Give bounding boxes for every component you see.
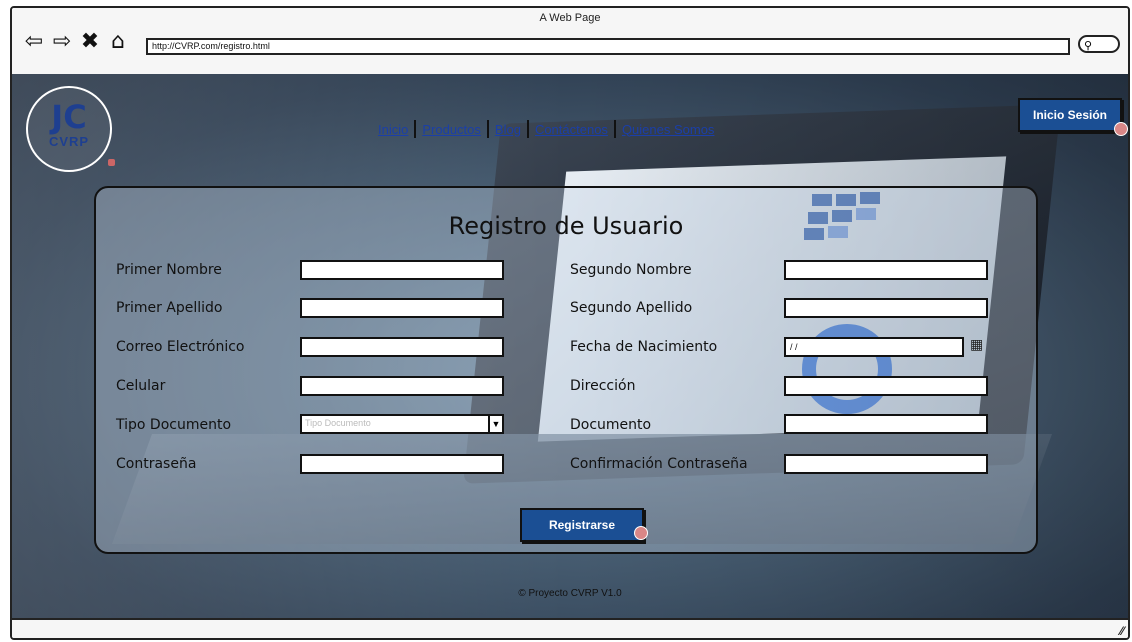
segundo-apellido-input[interactable] xyxy=(784,298,988,318)
label-segundo-apellido: Segundo Apellido xyxy=(570,300,693,316)
confirmacion-contrasena-input[interactable] xyxy=(784,454,988,474)
form-title: Registro de Usuario xyxy=(448,212,684,240)
browser-titlebar: A Web Page ⇦ ⇨ ✖ ⌂ http://CVRP.com/regis… xyxy=(12,8,1128,76)
direccion-input[interactable] xyxy=(784,376,988,396)
link-marker-icon xyxy=(634,526,648,540)
nav-quienes-somos[interactable]: Quienes Somos xyxy=(622,122,715,137)
status-bar: ⁄⁄ xyxy=(12,618,1128,638)
label-primer-nombre: Primer Nombre xyxy=(116,262,222,278)
nav-inicio[interactable]: Inicio xyxy=(378,122,408,137)
page-content: JC CVRP Inicio Productos Blog Contácteno… xyxy=(12,74,1128,620)
browser-nav-buttons: ⇦ ⇨ ✖ ⌂ xyxy=(22,30,130,54)
label-celular: Celular xyxy=(116,378,166,394)
documento-input[interactable] xyxy=(784,414,988,434)
nav-productos[interactable]: Productos xyxy=(422,122,481,137)
nav-separator xyxy=(414,120,417,138)
label-documento: Documento xyxy=(570,417,652,433)
calendar-icon[interactable]: ▦ xyxy=(970,336,986,354)
link-marker-icon xyxy=(108,159,115,166)
label-primer-apellido: Primer Apellido xyxy=(116,300,223,316)
nav-contactenos[interactable]: Contáctenos xyxy=(535,122,608,137)
celular-input[interactable] xyxy=(300,376,504,396)
label-segundo-nombre: Segundo Nombre xyxy=(570,262,692,278)
contrasena-input[interactable] xyxy=(300,454,504,474)
nav-separator xyxy=(613,120,616,138)
label-fecha-nacimiento: Fecha de Nacimiento xyxy=(570,339,718,355)
address-bar[interactable]: http://CVRP.com/registro.html xyxy=(146,38,1070,55)
main-nav: Inicio Productos Blog Contáctenos Quiene… xyxy=(378,120,714,138)
logo[interactable]: JC CVRP xyxy=(26,86,112,172)
primer-apellido-input[interactable] xyxy=(300,298,504,318)
primer-nombre-input[interactable] xyxy=(300,260,504,280)
logo-monogram: JC xyxy=(51,98,87,136)
browser-window: A Web Page ⇦ ⇨ ✖ ⌂ http://CVRP.com/regis… xyxy=(10,6,1130,640)
nav-blog[interactable]: Blog xyxy=(495,122,521,137)
segundo-nombre-input[interactable] xyxy=(784,260,988,280)
label-tipo-documento: Tipo Documento xyxy=(116,417,232,433)
footer-text: © Proyecto CVRP V1.0 xyxy=(518,588,622,599)
tipo-documento-select[interactable]: Tipo Documento ▼ xyxy=(300,414,504,434)
chevron-down-icon[interactable]: ▼ xyxy=(488,416,502,432)
close-icon[interactable]: ✖ xyxy=(78,30,102,54)
back-icon[interactable]: ⇦ xyxy=(22,30,46,54)
window-title: A Web Page xyxy=(539,12,601,24)
label-contrasena: Contraseña xyxy=(116,456,197,472)
registrarse-button[interactable]: Registrarse xyxy=(520,508,644,542)
label-correo: Correo Electrónico xyxy=(116,339,245,355)
fecha-nacimiento-input[interactable]: / / xyxy=(784,337,964,357)
login-button[interactable]: Inicio Sesión xyxy=(1018,98,1122,132)
home-icon[interactable]: ⌂ xyxy=(106,30,130,54)
registration-form: Registro de Usuario Primer Nombre Segund… xyxy=(94,186,1038,554)
tipo-documento-placeholder: Tipo Documento xyxy=(305,418,371,428)
link-marker-icon xyxy=(1114,122,1128,136)
nav-separator xyxy=(526,120,529,138)
correo-input[interactable] xyxy=(300,337,504,357)
resize-grip-icon[interactable]: ⁄⁄ xyxy=(1120,624,1124,638)
nav-separator xyxy=(486,120,489,138)
search-icon[interactable]: ⚲ xyxy=(1078,35,1120,53)
label-direccion: Dirección xyxy=(570,378,636,394)
logo-text: CVRP xyxy=(48,134,90,149)
label-confirmacion-contrasena: Confirmación Contraseña xyxy=(570,456,748,472)
forward-icon[interactable]: ⇨ xyxy=(50,30,74,54)
